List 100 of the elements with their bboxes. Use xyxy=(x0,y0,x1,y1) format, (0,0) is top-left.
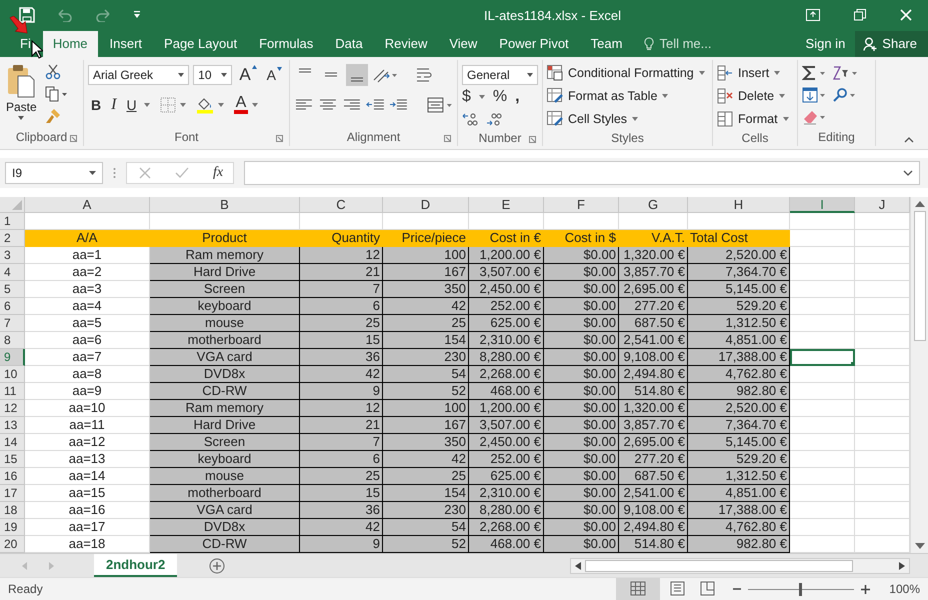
styles-menu-button[interactable]: Format as Table xyxy=(547,85,708,106)
customize-caret-icon[interactable] xyxy=(133,11,141,19)
column-header[interactable]: G xyxy=(619,197,688,213)
cells-menu-button[interactable]: Delete xyxy=(717,85,793,106)
ribbon-tab[interactable]: Home xyxy=(42,31,98,57)
zoom-slider-thumb[interactable] xyxy=(799,582,802,596)
vertical-align-icon[interactable] xyxy=(346,64,368,86)
formula-input[interactable] xyxy=(244,161,920,185)
selected-cell[interactable] xyxy=(790,349,855,366)
shrink-font-button[interactable]: A xyxy=(264,67,285,83)
align-left-icon[interactable] xyxy=(294,98,314,112)
row-header[interactable]: 19 xyxy=(0,519,25,536)
fill-down-icon[interactable] xyxy=(802,86,828,102)
row-header[interactable]: 16 xyxy=(0,468,25,485)
row-header[interactable]: 5 xyxy=(0,281,25,298)
scroll-down-icon[interactable] xyxy=(914,543,924,549)
copy-icon[interactable] xyxy=(44,86,67,102)
name-box[interactable]: I9 xyxy=(5,162,103,184)
zoom-in-icon[interactable] xyxy=(861,584,870,594)
caret-icon[interactable] xyxy=(180,103,186,107)
caret-icon[interactable] xyxy=(218,103,224,107)
restore-icon[interactable] xyxy=(854,9,866,21)
enter-check-icon[interactable] xyxy=(175,167,189,179)
decrease-indent-icon[interactable] xyxy=(366,98,386,112)
grow-font-button[interactable]: A xyxy=(236,65,260,85)
dialog-launcher-icon[interactable] xyxy=(444,135,451,142)
dialog-launcher-icon[interactable] xyxy=(529,136,536,143)
column-header[interactable]: I xyxy=(790,197,855,213)
eraser-icon[interactable] xyxy=(802,108,828,124)
underline-button[interactable]: U xyxy=(123,97,140,113)
number-format-dropdown[interactable]: General xyxy=(462,65,538,85)
ribbon-tab[interactable]: Page Layout xyxy=(154,31,248,57)
row-header[interactable]: 12 xyxy=(0,400,25,417)
normal-view-icon[interactable] xyxy=(616,578,660,600)
row-header[interactable]: 13 xyxy=(0,417,25,434)
scroll-right-icon[interactable] xyxy=(899,562,905,570)
styles-menu-button[interactable]: Conditional Formatting xyxy=(547,62,708,83)
sort-filter-icon[interactable] xyxy=(832,64,858,80)
row-header[interactable]: 17 xyxy=(0,485,25,502)
row-header[interactable]: 11 xyxy=(0,383,25,400)
ribbon-display-icon[interactable] xyxy=(806,9,820,21)
wrap-text-icon[interactable] xyxy=(416,67,432,83)
ribbon-tab[interactable]: Team xyxy=(580,31,632,57)
align-center-icon[interactable] xyxy=(318,98,338,112)
column-header[interactable]: A xyxy=(25,197,150,213)
save-icon[interactable] xyxy=(19,7,35,23)
styles-menu-button[interactable]: Cell Styles xyxy=(547,108,708,129)
row-header[interactable]: 7 xyxy=(0,315,25,332)
row-header[interactable]: 1 xyxy=(0,213,25,230)
search-icon[interactable] xyxy=(832,86,858,102)
column-header[interactable]: B xyxy=(150,197,300,213)
increase-indent-icon[interactable] xyxy=(389,98,410,112)
align-right-icon[interactable] xyxy=(342,98,362,112)
row-header[interactable]: 6 xyxy=(0,298,25,315)
percent-button[interactable]: % xyxy=(492,88,508,106)
horizontal-scrollbar[interactable] xyxy=(570,558,910,574)
sign-in-link[interactable]: Sign in xyxy=(796,36,856,57)
column-header[interactable]: D xyxy=(383,197,469,213)
dialog-launcher-icon[interactable] xyxy=(70,135,77,142)
ribbon-tab[interactable]: Formulas xyxy=(249,31,324,57)
row-header[interactable]: 20 xyxy=(0,536,25,553)
row-header[interactable]: 2 xyxy=(0,230,25,247)
caret-icon[interactable] xyxy=(252,103,258,107)
close-icon[interactable] xyxy=(900,9,912,21)
ribbon-tab[interactable]: Review xyxy=(374,31,438,57)
ribbon-tab[interactable]: Insert xyxy=(100,31,152,57)
insert-function-button[interactable]: fx xyxy=(213,165,224,181)
column-header[interactable]: H xyxy=(688,197,790,213)
currency-button[interactable]: $ xyxy=(462,88,471,106)
decrease-decimal-icon[interactable] xyxy=(486,112,502,126)
row-header[interactable]: 4 xyxy=(0,264,25,281)
merge-center-icon[interactable] xyxy=(427,97,454,113)
row-header[interactable]: 3 xyxy=(0,247,25,264)
row-header[interactable]: 9 xyxy=(0,349,25,366)
font-size-dropdown[interactable]: 10 xyxy=(193,65,232,85)
font-family-dropdown[interactable]: Arial Greek xyxy=(88,65,190,85)
row-header[interactable]: 8 xyxy=(0,332,25,349)
scissors-icon[interactable] xyxy=(44,64,61,80)
zoom-level[interactable]: 100% xyxy=(877,582,928,596)
caret-icon[interactable] xyxy=(144,103,150,107)
tell-me-field[interactable]: Tell me... xyxy=(644,36,712,57)
font-color-button[interactable]: A xyxy=(234,96,248,114)
italic-button[interactable]: I xyxy=(108,96,120,114)
row-header[interactable]: 15 xyxy=(0,451,25,468)
ribbon-tab[interactable]: Power Pivot xyxy=(489,31,579,57)
column-header[interactable]: E xyxy=(469,197,544,213)
format-painter-icon[interactable] xyxy=(44,108,61,124)
column-header[interactable]: C xyxy=(300,197,383,213)
cells-menu-button[interactable]: Insert xyxy=(717,62,793,83)
share-button[interactable]: Share xyxy=(855,31,928,57)
scrollbar-thumb[interactable] xyxy=(914,211,926,341)
column-header[interactable]: F xyxy=(544,197,619,213)
row-header[interactable]: 14 xyxy=(0,434,25,451)
paste-button[interactable]: Paste xyxy=(4,62,39,128)
ribbon-tab[interactable]: View xyxy=(439,31,488,57)
dialog-launcher-icon[interactable] xyxy=(276,135,283,142)
borders-icon[interactable] xyxy=(160,97,176,113)
increase-decimal-icon[interactable] xyxy=(462,112,478,126)
scroll-up-icon[interactable] xyxy=(914,201,924,207)
caret-icon[interactable] xyxy=(478,94,485,98)
